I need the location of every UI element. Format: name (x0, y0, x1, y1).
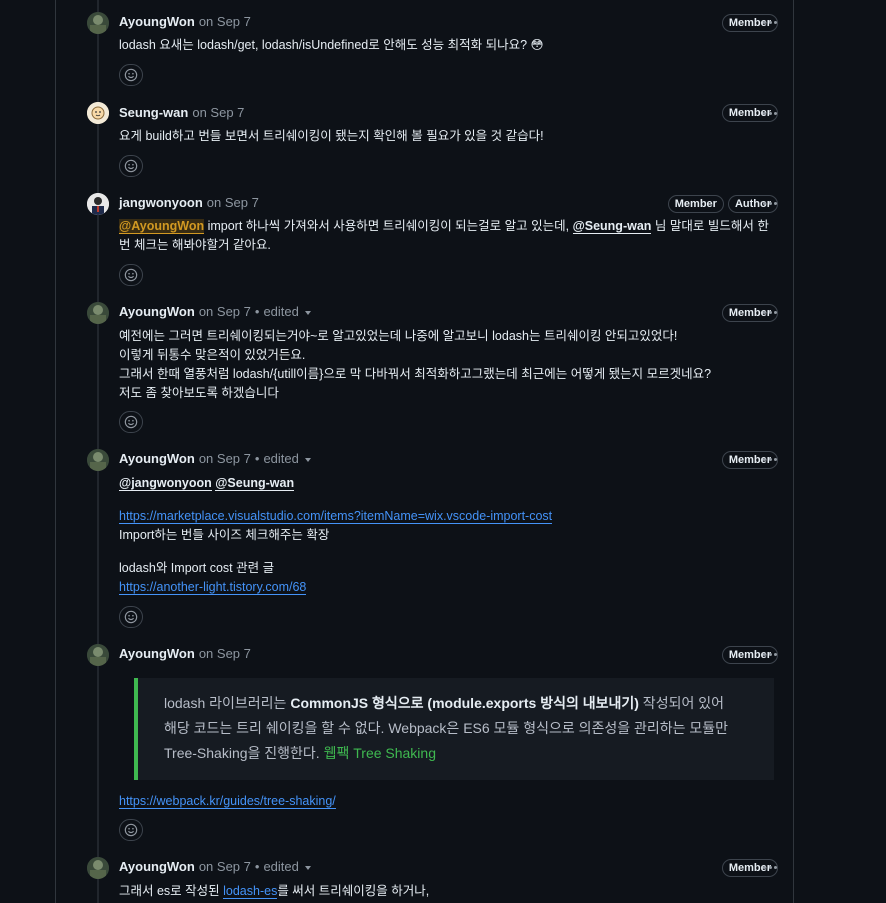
avatar[interactable] (87, 644, 109, 666)
add-reaction-button[interactable] (119, 155, 143, 177)
kebab-icon[interactable] (762, 105, 778, 121)
kebab-icon[interactable] (762, 859, 778, 875)
separator: • (254, 304, 260, 319)
comment-header: AyoungWon on Sep 7 • edited (119, 303, 311, 321)
mention-link[interactable]: @AyoungWon (119, 219, 205, 234)
comment-date[interactable]: on Sep 7 (207, 194, 259, 212)
link-line: https://another-light.tistory.com/68 (119, 578, 779, 597)
quote-bold: CommonJS 형식으로 (module.exports 방식의 내보내기) (290, 695, 639, 711)
comment-header: Seung-wan on Sep 7 (119, 104, 244, 122)
comment-line: lodash와 Import cost 관련 글 (119, 561, 275, 575)
quote-line: Tree-Shaking을 진행한다. 웹팩 Tree Shaking (164, 741, 748, 766)
edited-label[interactable]: edited (263, 303, 298, 321)
add-reaction-button[interactable] (119, 606, 143, 628)
comment-body: 그래서 es로 작성된 lodash-es를 써서 트리쉐이킹을 하거나, (119, 882, 779, 901)
edited-label[interactable]: edited (263, 450, 298, 468)
author-name[interactable]: jangwonyoon (119, 194, 203, 212)
separator: • (254, 859, 260, 874)
caret-down-icon[interactable] (304, 458, 311, 462)
comment-line: 저도 좀 찾아보도록 하겠습니다 (119, 386, 279, 400)
kebab-icon[interactable] (762, 451, 778, 467)
kebab-icon[interactable] (762, 195, 778, 211)
smiley-icon (124, 610, 138, 624)
comment-line: Import하는 번들 사이즈 체크해주는 확장 (119, 528, 330, 542)
comment-body: @jangwonyoon @Seung-wan https://marketpl… (119, 474, 779, 597)
author-name[interactable]: AyoungWon (119, 645, 195, 663)
comment-text-part: 그래서 es로 작성된 (119, 884, 224, 898)
smiley-icon (124, 823, 138, 837)
author-name[interactable]: AyoungWon (119, 858, 195, 876)
comment-text: 그래서 es로 작성된 lodash-es를 써서 트리쉐이킹을 하거나, (119, 882, 779, 901)
smiley-icon (124, 68, 138, 82)
comment-body: 요게 build하고 번들 보면서 트리쉐이킹이 됐는지 확인해 볼 필요가 있… (119, 127, 779, 146)
comment-body: https://webpack.kr/guides/tree-shaking/ (119, 792, 779, 811)
avatar[interactable] (87, 193, 109, 215)
quote-text: Tree-Shaking을 진행한다. (164, 745, 324, 761)
comment-text: @AyoungWon import 하나씩 가져와서 사용하면 트리쉐이킹이 되… (119, 217, 779, 255)
comment-line: 이렇게 뒤통수 맞은적이 있었거든요. (119, 348, 306, 362)
comment-text-part: 를 써서 트리쉐이킹을 하거나, (277, 884, 430, 898)
comment-body: lodash 요새는 lodash/get, lodash/isUndefine… (119, 36, 779, 55)
avatar[interactable] (87, 302, 109, 324)
add-reaction-button[interactable] (119, 411, 143, 433)
comment-date[interactable]: on Sep 7 (192, 104, 244, 122)
member-badge: Member (667, 195, 724, 213)
comment-header: AyoungWon on Sep 7 • edited (119, 858, 311, 876)
author-name[interactable]: Seung-wan (119, 104, 188, 122)
quote-text: 작성되어 있어 (638, 695, 724, 711)
comment-body: @AyoungWon import 하나씩 가져와서 사용하면 트리쉐이킹이 되… (119, 217, 779, 255)
comment-header: jangwonyoon on Sep 7 (119, 194, 259, 212)
comment-text: 요게 build하고 번들 보면서 트리쉐이킹이 됐는지 확인해 볼 필요가 있… (119, 129, 544, 143)
comment-date[interactable]: on Sep 7 (199, 858, 251, 876)
comment-date[interactable]: on Sep 7 (199, 13, 251, 31)
link-line: https://webpack.kr/guides/tree-shaking/ (119, 792, 779, 811)
quote-line: lodash 라이브러리는 CommonJS 형식으로 (module.expo… (164, 691, 748, 716)
quote-text: lodash 라이브러리는 (164, 695, 291, 711)
add-reaction-button[interactable] (119, 819, 143, 841)
comment-header: AyoungWon on Sep 7 (119, 13, 251, 31)
author-name[interactable]: AyoungWon (119, 303, 195, 321)
smiley-icon (124, 268, 138, 282)
add-reaction-button[interactable] (119, 264, 143, 286)
comment-header: AyoungWon on Sep 7 (119, 645, 251, 663)
comment-text-part: import 하나씩 가져와서 사용하면 트리쉐이킹이 되는걸로 알고 있는데, (204, 219, 573, 233)
edited-label[interactable]: edited (263, 858, 298, 876)
mention-link[interactable]: @jangwonyoon (119, 476, 212, 491)
author-name[interactable]: AyoungWon (119, 450, 195, 468)
avatar[interactable] (87, 12, 109, 34)
smiley-icon (124, 159, 138, 173)
comment-text: lodash 요새는 lodash/get, lodash/isUndefine… (119, 38, 544, 52)
author-name[interactable]: AyoungWon (119, 13, 195, 31)
tistory-link[interactable]: https://another-light.tistory.com/68 (119, 580, 307, 595)
quote-line: 해당 코드는 트리 쉐이킹을 할 수 없다. Webpack은 ES6 모듈 형… (164, 720, 729, 736)
webpack-link[interactable]: https://webpack.kr/guides/tree-shaking/ (119, 794, 336, 809)
avatar[interactable] (87, 102, 109, 124)
kebab-icon[interactable] (762, 304, 778, 320)
comment-line: 예전에는 그러면 트리쉐이킹되는거야~로 알고있었는데 나중에 알고보니 lod… (119, 329, 678, 343)
lodash-es-link[interactable]: lodash-es (223, 884, 278, 899)
quoted-image: lodash 라이브러리는 CommonJS 형식으로 (module.expo… (134, 678, 774, 780)
comment-body: 예전에는 그러면 트리쉐이킹되는거야~로 알고있었는데 나중에 알고보니 lod… (119, 327, 779, 403)
separator: • (254, 451, 260, 466)
mention-link[interactable]: @Seung-wan (572, 219, 652, 234)
mention-link[interactable]: @Seung-wan (215, 476, 295, 491)
link-line: https://marketplace.visualstudio.com/ite… (119, 507, 779, 526)
comment-line: 그래서 한때 열풍처럼 lodash/{utill이름}으로 막 다바꿔서 최적… (119, 367, 712, 381)
caret-down-icon[interactable] (304, 311, 311, 315)
avatar[interactable] (87, 449, 109, 471)
kebab-icon[interactable] (762, 646, 778, 662)
comment-date[interactable]: on Sep 7 (199, 450, 251, 468)
kebab-icon[interactable] (762, 14, 778, 30)
import-cost-link[interactable]: https://marketplace.visualstudio.com/ite… (119, 509, 553, 524)
caret-down-icon[interactable] (304, 866, 311, 870)
add-reaction-button[interactable] (119, 64, 143, 86)
mentions-line: @jangwonyoon @Seung-wan (119, 474, 779, 493)
quote-link: 웹팩 Tree Shaking (323, 745, 436, 761)
comment-header: AyoungWon on Sep 7 • edited (119, 450, 311, 468)
comment-date[interactable]: on Sep 7 (199, 645, 251, 663)
comment-date[interactable]: on Sep 7 (199, 303, 251, 321)
smiley-icon (124, 415, 138, 429)
avatar[interactable] (87, 857, 109, 879)
